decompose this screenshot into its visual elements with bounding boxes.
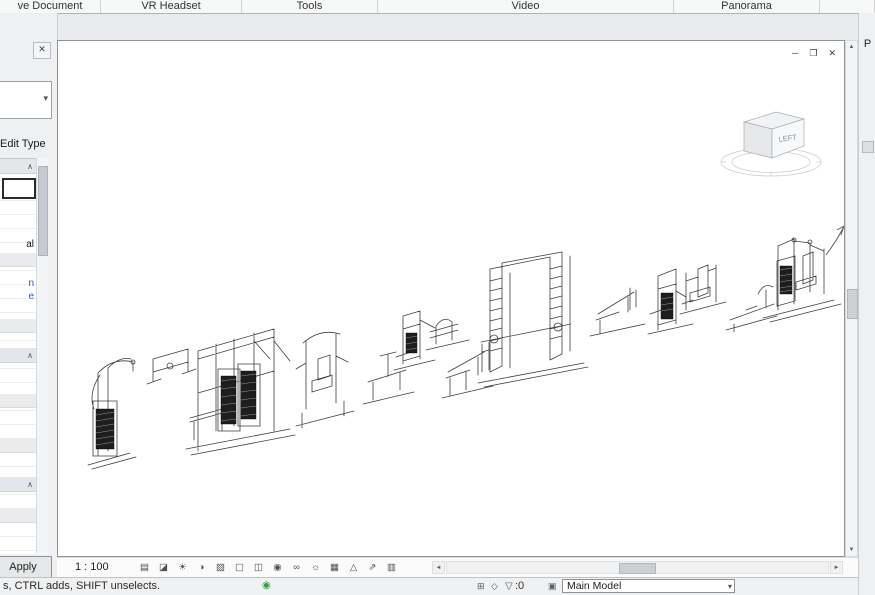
view-cube[interactable]: LEFT — [716, 96, 828, 188]
shadows-icon[interactable]: ◑ — [192, 560, 211, 575]
viewport-vertical-scrollbar[interactable]: ▲ ▼ — [845, 40, 858, 557]
scroll-right-icon[interactable]: ► — [830, 561, 843, 574]
ribbon-tab-panorama[interactable]: Panorama — [674, 0, 820, 13]
view-control-bar: 1 : 100 ▤ ◪ ☀ ◑ ▨ ▢ ◫ ◉ ∞ ☼ ▦ △ ⇗ ▥ ◄ ► — [57, 557, 858, 577]
property-value-text: al — [0, 239, 34, 251]
lock-view-icon[interactable]: ◉ — [268, 560, 287, 575]
property-group-header[interactable]: ∧ — [0, 348, 36, 363]
scroll-down-icon[interactable]: ▼ — [846, 544, 857, 556]
scrollbar-thumb[interactable] — [847, 289, 858, 319]
rendering-icon[interactable]: ▨ — [211, 560, 230, 575]
selection-filter-icon[interactable]: ▽ — [505, 581, 513, 592]
status-bar: s, CTRL adds, SHIFT unselects. ◉ ⊞ ◇ ▽ :… — [0, 577, 875, 595]
analytical-model-icon[interactable]: △ — [344, 560, 363, 575]
detail-level-icon[interactable]: ▤ — [135, 560, 154, 575]
revit-application-window: ve Document VR Headset Tools Video Panor… — [0, 0, 875, 595]
status-hint-text: s, CTRL adds, SHIFT unselects. — [3, 580, 160, 592]
ribbon-tab-bar: ve Document VR Headset Tools Video Panor… — [0, 0, 875, 14]
properties-scrollbar[interactable] — [36, 158, 48, 553]
viewport-window-controls: ─ ❐ ✕ — [792, 48, 836, 59]
property-value-field[interactable] — [2, 178, 36, 199]
edit-type-button[interactable]: Edit Type — [0, 138, 43, 150]
view-control-icons: ▤ ◪ ☀ ◑ ▨ ▢ ◫ ◉ ∞ ☼ ▦ △ ⇗ ▥ — [135, 560, 401, 575]
drawing-canvas[interactable]: ─ ❐ ✕ LEFT — [57, 40, 845, 557]
design-options-selector[interactable]: Main Model ▾ — [562, 579, 735, 593]
design-options-icon[interactable]: ▣ — [548, 581, 557, 592]
sun-path-icon[interactable]: ☀ — [173, 560, 192, 575]
crop-view-icon[interactable]: ▢ — [230, 560, 249, 575]
property-row[interactable] — [0, 509, 36, 523]
viewport-horizontal-scrollbar[interactable] — [446, 561, 829, 574]
property-group-header[interactable]: ∧ — [0, 477, 36, 492]
chevron-down-icon: ▾ — [728, 581, 732, 593]
design-options-value: Main Model — [567, 580, 621, 592]
scrollbar-thumb[interactable] — [38, 166, 48, 256]
close-icon: ✕ — [38, 44, 46, 54]
view-properties-icon[interactable]: ▦ — [325, 560, 344, 575]
ribbon-tab-document[interactable]: ve Document — [0, 0, 101, 13]
visual-style-icon[interactable]: ◪ — [154, 560, 173, 575]
properties-palette: ✕ ▾ Edit Type ∧ al n e ∧ ∧ Apply — [0, 13, 58, 595]
collapse-icon: ∧ — [27, 480, 33, 489]
type-selector[interactable]: ▾ — [0, 81, 52, 119]
reveal-hidden-icon[interactable]: ☼ — [306, 560, 325, 575]
scroll-up-icon[interactable]: ▲ — [846, 41, 857, 53]
displacement-icon[interactable]: ⇗ — [363, 560, 382, 575]
ribbon-tab-vr-headset[interactable]: VR Headset — [101, 0, 242, 13]
hide-isolate-icon[interactable]: ∞ — [287, 560, 306, 575]
collapse-icon: ∧ — [27, 351, 33, 360]
scrollbar-thumb[interactable] — [619, 563, 656, 574]
crop-region-icon[interactable]: ◫ — [249, 560, 268, 575]
property-edit-link[interactable]: e — [0, 291, 34, 303]
panel-close-button[interactable]: ✕ — [33, 42, 51, 59]
restore-icon[interactable]: ❐ — [809, 48, 817, 59]
collapse-icon: ∧ — [27, 162, 33, 171]
collapsed-side-panel[interactable]: P — [858, 13, 875, 595]
view-scale-button[interactable]: 1 : 100 — [75, 561, 109, 573]
panel-tab-icon — [862, 141, 874, 153]
close-icon[interactable]: ✕ — [828, 48, 836, 59]
property-group-header[interactable]: ∧ — [0, 159, 36, 174]
selection-count: :0 — [515, 580, 524, 592]
ribbon-tab-tools[interactable]: Tools — [242, 0, 378, 13]
minimize-icon[interactable]: ─ — [792, 48, 798, 59]
property-row[interactable] — [0, 319, 36, 333]
ribbon-tab-video[interactable]: Video — [378, 0, 674, 13]
select-links-icon[interactable]: ⊞ — [477, 581, 485, 592]
property-row[interactable] — [0, 439, 36, 453]
panel-tab-label: P — [859, 38, 875, 50]
drag-elements-icon[interactable]: ◇ — [491, 581, 498, 592]
worksharing-status-icon[interactable]: ◉ — [262, 580, 271, 591]
scroll-left-icon[interactable]: ◄ — [432, 561, 445, 574]
property-row[interactable] — [0, 253, 36, 267]
property-edit-link[interactable]: n — [0, 278, 34, 290]
property-row[interactable] — [0, 394, 36, 408]
ribbon-tab-filler — [820, 0, 875, 13]
chevron-down-icon: ▾ — [43, 93, 48, 104]
worksharing-display-icon[interactable]: ▥ — [382, 560, 401, 575]
